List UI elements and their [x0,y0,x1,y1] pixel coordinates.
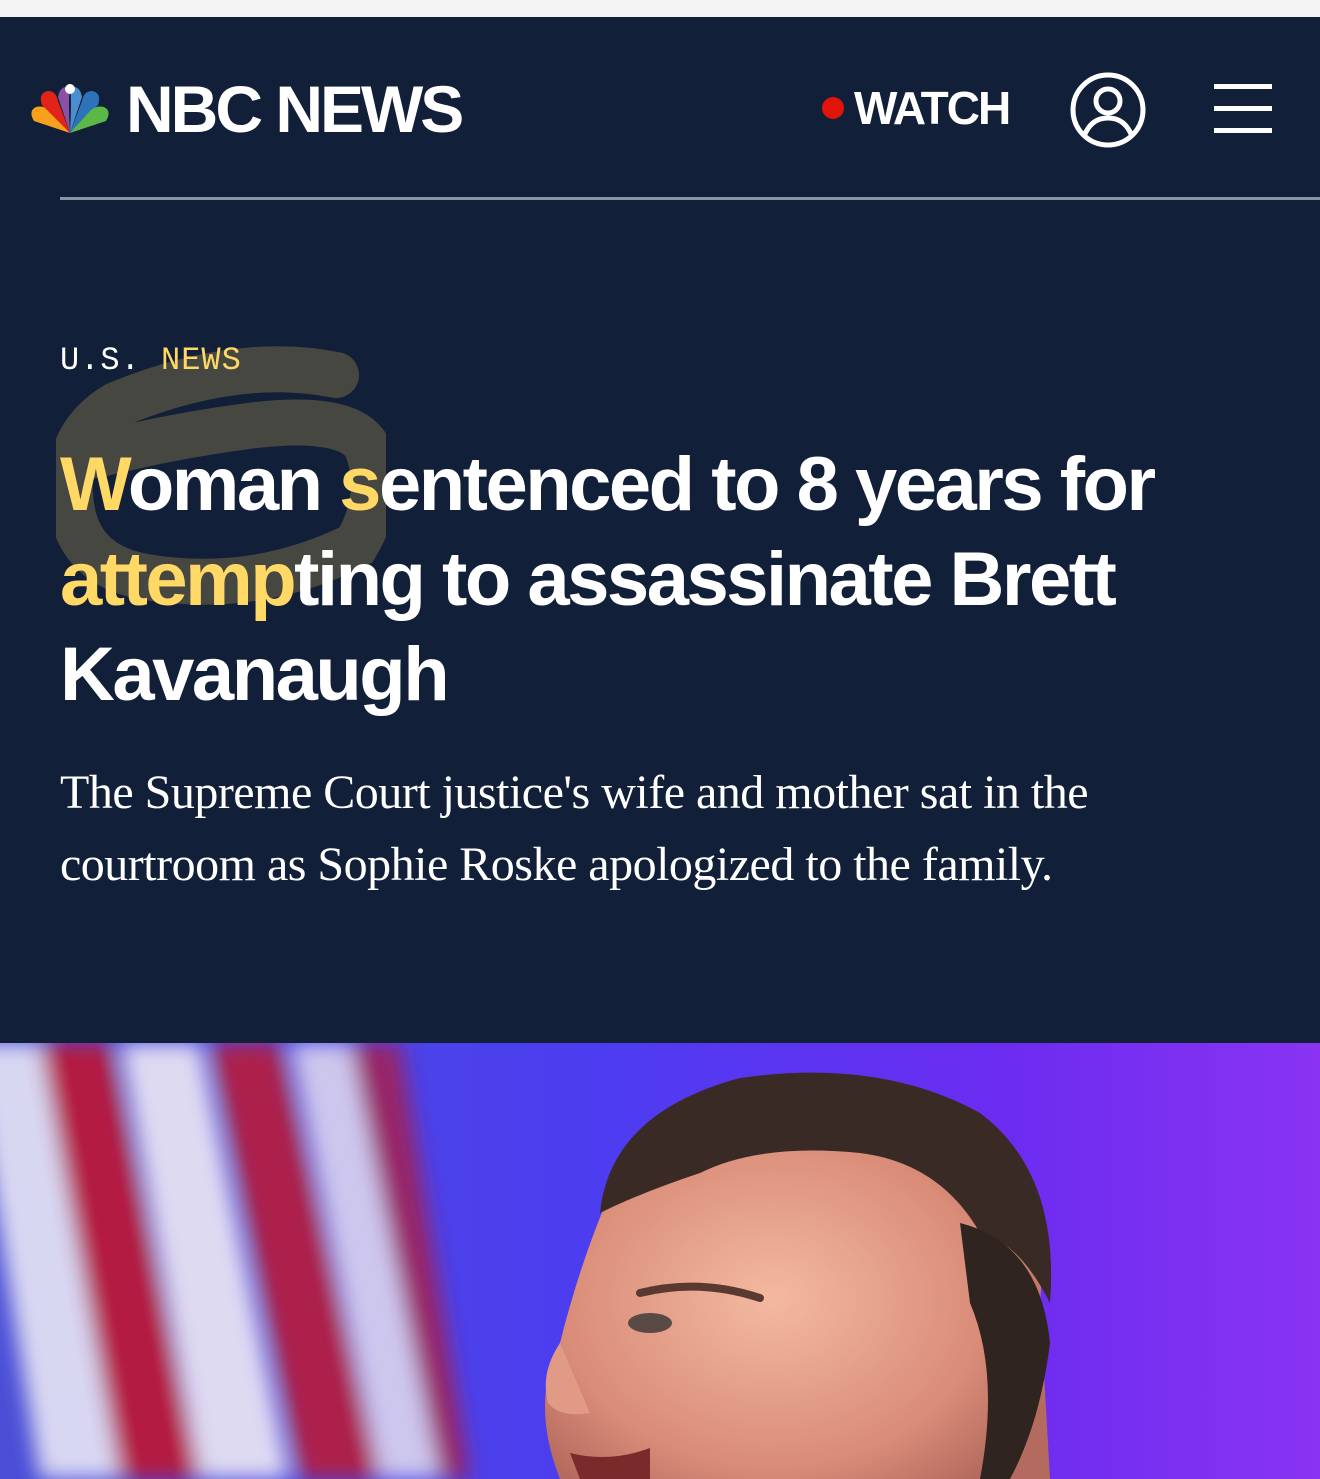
menu-bar [1214,84,1272,89]
eyebrow-section: NEWS [161,342,242,379]
article-page: NBC NEWS WATCH U.S. NEWS Woman sentenced… [0,17,1320,1043]
watch-live-button[interactable]: WATCH [822,82,1011,134]
headline-text: entenced to 8 years for [378,442,1156,527]
article-headline: Woman sentenced to 8 years for attemptin… [60,437,1260,722]
menu-icon[interactable] [1212,82,1274,134]
watch-label: WATCH [854,82,1011,134]
menu-bar [1214,106,1272,111]
live-dot-icon [822,97,844,119]
header-divider [60,197,1320,200]
hero-image[interactable] [0,1043,1320,1479]
brand-wordmark: NBC NEWS [126,72,464,146]
headline-highlight: W [60,442,130,527]
article-dek: The Supreme Court justice's wife and mot… [60,766,1089,891]
nbc-news-logo[interactable]: NBC NEWS [28,72,464,146]
hero-photo [0,1043,1320,1479]
headline-highlight: attemp [60,537,297,622]
menu-bar [1214,128,1272,133]
nbc-peacock-icon [31,84,109,133]
top-strip [0,0,1320,17]
account-icon[interactable] [1068,70,1148,150]
headline-text: oman [127,442,340,527]
article-eyebrow[interactable]: U.S. NEWS [60,342,242,379]
site-header: NBC NEWS WATCH [0,17,1320,197]
eyebrow-prefix: U.S. [60,342,141,379]
headline-highlight: s [339,442,381,527]
